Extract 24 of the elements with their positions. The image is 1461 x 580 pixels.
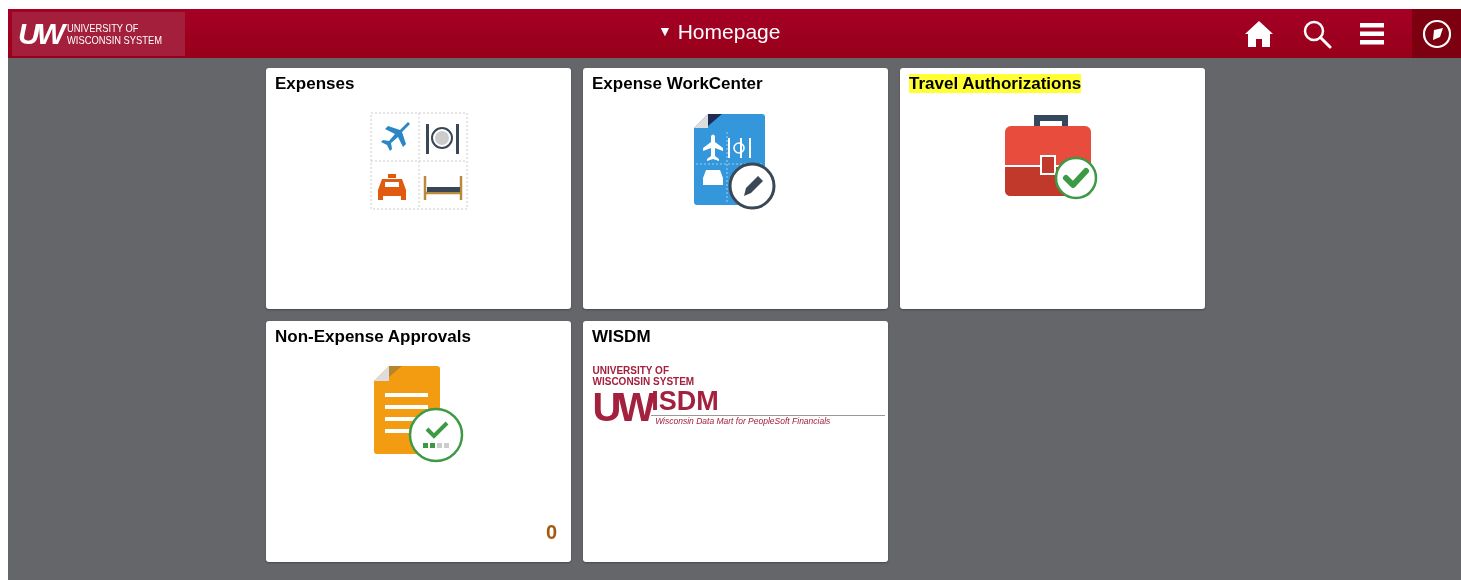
logo-text: UNIVERSITY OF WISCONSIN SYSTEM — [67, 21, 163, 46]
compass-icon — [1421, 18, 1452, 49]
tile-title: Expenses — [275, 74, 355, 93]
tile[interactable]: Expenses — [266, 68, 571, 309]
menu-icon[interactable] — [1360, 22, 1384, 45]
navigator-button[interactable] — [1412, 9, 1461, 58]
tile-title: Expense WorkCenter — [592, 74, 763, 93]
tile-title: Non-Expense Approvals — [275, 327, 471, 346]
tile[interactable]: Non-Expense Approvals 0 — [266, 321, 571, 562]
tile-title: WISDM — [592, 327, 651, 346]
home-icon[interactable] — [1244, 19, 1274, 48]
search-icon[interactable] — [1302, 18, 1332, 49]
document-edit-icon — [693, 112, 778, 210]
tile[interactable]: Travel Authorizations — [900, 68, 1205, 309]
tile-title: Travel Authorizations — [909, 74, 1082, 93]
tile-count: 0 — [545, 521, 557, 544]
homepage-menu[interactable]: $^{▼}$ Homepage — [658, 20, 781, 44]
logo-name: ISDM — [651, 387, 885, 416]
logo-caption: UNIVERSITY OF WISCONSIN SYSTEM — [592, 365, 696, 387]
logo-mark: UW — [592, 387, 652, 427]
document-approval-icon — [372, 365, 465, 463]
logo-tagline: Wisconsin Data Mart for PeopleSoft Financials — [655, 416, 832, 426]
tile[interactable]: Expense WorkCenter — [583, 68, 888, 309]
travel-expenses-icon — [369, 112, 468, 210]
